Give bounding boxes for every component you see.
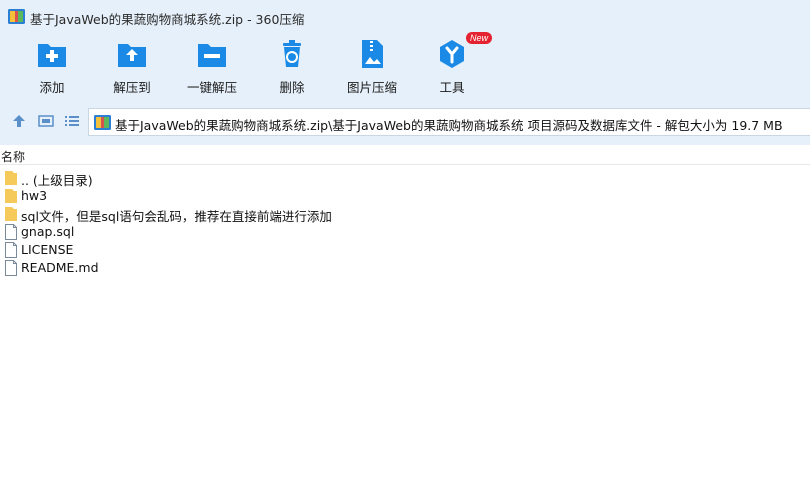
add-button[interactable]: 添加: [12, 36, 92, 100]
path-text: 基于JavaWeb的果蔬购物商城系统.zip\基于JavaWeb的果蔬购物商城系…: [115, 118, 783, 133]
extract-to-label: 解压到: [113, 80, 151, 95]
add-icon: [38, 44, 66, 67]
title-bar: 基于JavaWeb的果蔬购物商城系统.zip - 360压缩: [0, 0, 810, 34]
image-compress-icon: [362, 40, 383, 68]
folder-icon: [5, 207, 17, 221]
toolbar: 添加 解压到 一键解压 删除 图片压缩 New 工具: [0, 32, 810, 100]
list-item-name: hw3: [21, 188, 48, 203]
delete-icon: [283, 40, 301, 67]
new-badge: New: [466, 32, 493, 44]
image-compress-label: 图片压缩: [346, 80, 397, 95]
window-title: 基于JavaWeb的果蔬购物商城系统.zip - 360压缩: [30, 12, 305, 27]
list-view-icon[interactable]: [64, 113, 80, 129]
path-bar[interactable]: 基于JavaWeb的果蔬购物商城系统.zip\基于JavaWeb的果蔬购物商城系…: [88, 108, 810, 136]
archive-app-icon: [8, 9, 25, 24]
list-item-parent-directory[interactable]: .. (上级目录): [0, 169, 810, 188]
tools-icon: [440, 40, 464, 68]
tools-label: 工具: [439, 80, 465, 95]
file-icon: [5, 224, 17, 240]
image-compress-button[interactable]: 图片压缩: [332, 36, 412, 100]
one-click-extract-label: 一键解压: [186, 80, 237, 95]
file-icon: [5, 260, 17, 276]
add-button-label: 添加: [39, 80, 65, 95]
extract-to-icon: [118, 44, 146, 67]
thumbnail-view-icon[interactable]: [38, 113, 54, 129]
list-item-name: gnap.sql: [21, 224, 75, 239]
list-item-name: README.md: [21, 260, 99, 275]
file-icon: [5, 242, 17, 258]
tools-button[interactable]: New 工具: [412, 32, 493, 100]
column-header-label: 名称: [1, 150, 26, 164]
one-click-extract-button[interactable]: 一键解压: [172, 36, 252, 100]
delete-label: 删除: [279, 80, 305, 95]
one-click-extract-icon: [198, 44, 226, 67]
folder-icon: [5, 171, 17, 185]
list-item[interactable]: sql文件，但是sql语句会乱码，推荐在直接前端进行添加: [0, 205, 810, 224]
list-item[interactable]: hw3: [0, 187, 810, 205]
list-item[interactable]: gnap.sql: [0, 223, 810, 241]
list-item-name: LICENSE: [21, 242, 74, 257]
list-item[interactable]: README.md: [0, 259, 810, 277]
extract-to-button[interactable]: 解压到: [92, 36, 172, 100]
folder-icon: [5, 189, 17, 203]
up-arrow-icon[interactable]: [11, 113, 27, 129]
file-list: 名称 .. (上级目录) hw3 sql文件，但是sql语句会乱码，推荐在直接前…: [0, 145, 810, 485]
column-header-name[interactable]: 名称: [0, 145, 810, 165]
list-item[interactable]: LICENSE: [0, 241, 810, 259]
navigation-row: 基于JavaWeb的果蔬购物商城系统.zip\基于JavaWeb的果蔬购物商城系…: [0, 106, 810, 136]
delete-button[interactable]: 删除: [252, 36, 332, 100]
archive-path-icon: [94, 115, 111, 130]
top-panel: 基于JavaWeb的果蔬购物商城系统.zip - 360压缩 添加 解压到 一键…: [0, 0, 810, 145]
